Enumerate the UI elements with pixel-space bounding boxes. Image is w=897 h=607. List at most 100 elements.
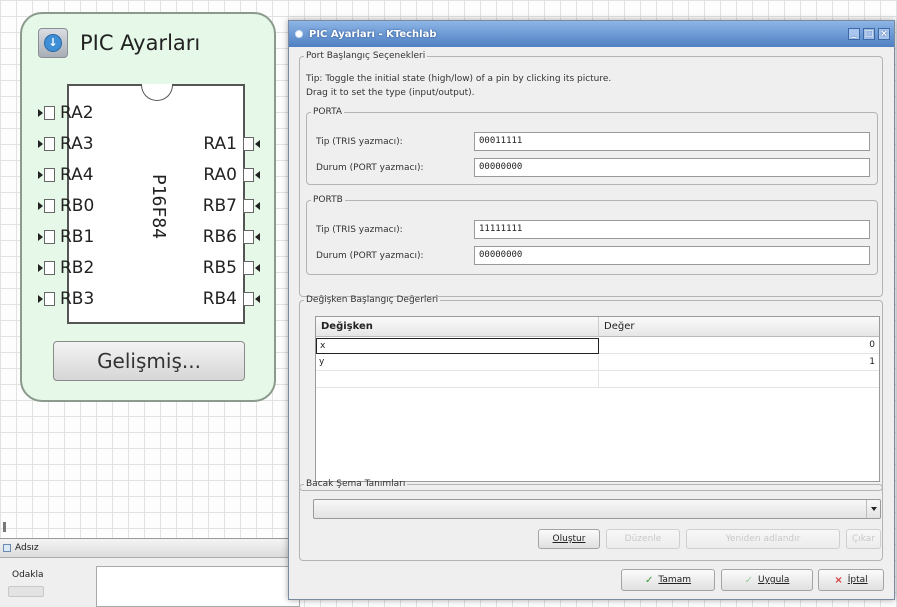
pin-map-select[interactable]	[313, 499, 881, 519]
portb-tris-input[interactable]: 11111111	[474, 220, 870, 239]
input-arrow-icon	[255, 264, 260, 272]
dock-view[interactable]	[96, 566, 300, 607]
dialog-title: PIC Ayarları - KTechlab	[309, 28, 437, 40]
input-arrow-icon	[38, 202, 43, 210]
input-arrow-icon	[255, 140, 260, 148]
pin-rb3[interactable]: RB3	[38, 288, 94, 310]
portb-tris-label: Tip (TRIS yazmacı):	[316, 225, 403, 235]
pin-ra1[interactable]: RA1	[203, 133, 260, 155]
input-arrow-icon	[38, 171, 43, 179]
porta-tris-label: Tip (TRIS yazmacı):	[316, 137, 403, 147]
pin-label: RB4	[202, 289, 237, 309]
input-arrow-icon	[255, 202, 260, 210]
variables-title: Değişken Başlangıç Değerleri	[306, 295, 439, 305]
pin-ra4[interactable]: RA4	[38, 164, 94, 186]
window-buttons: _ □ ×	[845, 28, 890, 40]
advanced-button[interactable]: Gelişmiş...	[53, 341, 245, 381]
close-icon[interactable]: ×	[878, 28, 890, 40]
dock-tab-label: Adsız	[15, 543, 39, 553]
pin-rb5[interactable]: RB5	[203, 257, 260, 279]
ok-button[interactable]: ✓ Tamam	[621, 569, 715, 591]
variable-value-cell[interactable]: 1	[599, 355, 879, 371]
apply-label: Uygula	[758, 575, 790, 585]
pin-label: RA1	[203, 134, 237, 154]
edit-label: Düzenle	[624, 534, 662, 544]
input-arrow-icon	[38, 264, 43, 272]
input-arrow-icon	[255, 233, 260, 241]
check-icon: ✓	[645, 574, 654, 586]
variable-name-cell[interactable]: x	[316, 338, 599, 354]
app-icon	[295, 30, 303, 38]
pin-state-toggle[interactable]	[44, 137, 55, 151]
input-arrow-icon	[38, 295, 43, 303]
pin-rb2[interactable]: RB2	[38, 257, 94, 279]
pin-state-toggle[interactable]	[243, 261, 254, 275]
port-settings-title: Port Başlangıç Seçenekleri	[306, 51, 426, 61]
pin-ra3[interactable]: RA3	[38, 133, 94, 155]
edit-button[interactable]: Düzenle	[606, 529, 680, 549]
pin-ra0[interactable]: RA0	[203, 164, 260, 186]
pic-settings-dialog: PIC Ayarları - KTechlab _ □ × Port Başla…	[288, 20, 895, 600]
dock-panel: Odakla	[0, 558, 300, 607]
pin-rb6[interactable]: RB6	[203, 226, 260, 248]
rename-button[interactable]: Yeniden adlandır	[686, 529, 840, 549]
porta-port-input[interactable]: 00000000	[474, 158, 870, 177]
input-arrow-icon	[38, 233, 43, 241]
variable-name-cell[interactable]	[316, 372, 599, 388]
variable-value-cell[interactable]: 0	[599, 338, 879, 354]
pin-label: RB5	[202, 258, 237, 278]
variable-value-cell[interactable]	[599, 372, 879, 388]
pin-rb1[interactable]: RB1	[38, 226, 94, 248]
input-arrow-icon	[38, 109, 43, 117]
splitter-handle[interactable]	[3, 522, 6, 532]
pin-state-toggle[interactable]	[243, 137, 254, 151]
dialog-titlebar[interactable]: PIC Ayarları - KTechlab _ □ ×	[289, 21, 894, 47]
ok-label: Tamam	[658, 575, 691, 585]
pin-state-toggle[interactable]	[44, 292, 55, 306]
portb-port-input[interactable]: 00000000	[474, 246, 870, 265]
pin-state-toggle[interactable]	[44, 261, 55, 275]
variables-table[interactable]: Değişken Değer x 0 y 1	[315, 316, 880, 482]
pin-label: RA4	[60, 165, 94, 185]
rename-label: Yeniden adlandır	[725, 534, 801, 544]
pin-label: RB0	[60, 196, 95, 216]
pin-rb4[interactable]: RB4	[203, 288, 260, 310]
chevron-down-icon[interactable]	[866, 500, 880, 518]
table-row[interactable]: x 0	[316, 338, 879, 354]
pin-state-toggle[interactable]	[243, 230, 254, 244]
column-header-variable[interactable]: Değişken	[316, 317, 599, 337]
cancel-button[interactable]: × İptal	[818, 569, 884, 591]
table-row[interactable]: y 1	[316, 355, 879, 371]
pin-label: RB2	[60, 258, 95, 278]
pin-state-toggle[interactable]	[44, 199, 55, 213]
cancel-label: İptal	[847, 575, 868, 585]
maximize-icon[interactable]: □	[863, 28, 875, 40]
pin-rb7[interactable]: RB7	[203, 195, 260, 217]
apply-button[interactable]: ✓ Uygula	[721, 569, 813, 591]
pin-state-toggle[interactable]	[44, 168, 55, 182]
pic-title: PIC Ayarları	[80, 31, 201, 55]
variable-name-cell[interactable]: y	[316, 355, 599, 371]
pin-state-toggle[interactable]	[243, 292, 254, 306]
remove-button[interactable]: Çıkar	[846, 529, 881, 549]
pin-state-toggle[interactable]	[243, 168, 254, 182]
create-button[interactable]: Oluştur	[538, 529, 600, 549]
table-row[interactable]	[316, 372, 879, 388]
porta-port-label: Durum (PORT yazmacı):	[316, 163, 424, 173]
pin-rb0[interactable]: RB0	[38, 195, 94, 217]
porta-tris-input[interactable]: 00011111	[474, 132, 870, 151]
dock-tab[interactable]: Adsız	[0, 538, 300, 558]
zoom-control[interactable]	[8, 586, 44, 597]
pin-state-toggle[interactable]	[44, 230, 55, 244]
pin-ra2[interactable]: RA2	[38, 102, 94, 124]
pin-state-toggle[interactable]	[44, 106, 55, 120]
pic-header: ↓ PIC Ayarları	[38, 28, 200, 58]
pic-settings-item[interactable]: ↓ PIC Ayarları P16F84 RA2 RA3 RA4 RB0 RB…	[20, 12, 276, 402]
minimize-icon[interactable]: _	[848, 28, 860, 40]
pin-label: RB7	[202, 196, 237, 216]
pin-label: RA0	[203, 165, 237, 185]
input-arrow-icon	[255, 295, 260, 303]
pin-state-toggle[interactable]	[243, 199, 254, 213]
column-header-value[interactable]: Değer	[599, 317, 879, 337]
collapse-button[interactable]: ↓	[38, 28, 68, 58]
